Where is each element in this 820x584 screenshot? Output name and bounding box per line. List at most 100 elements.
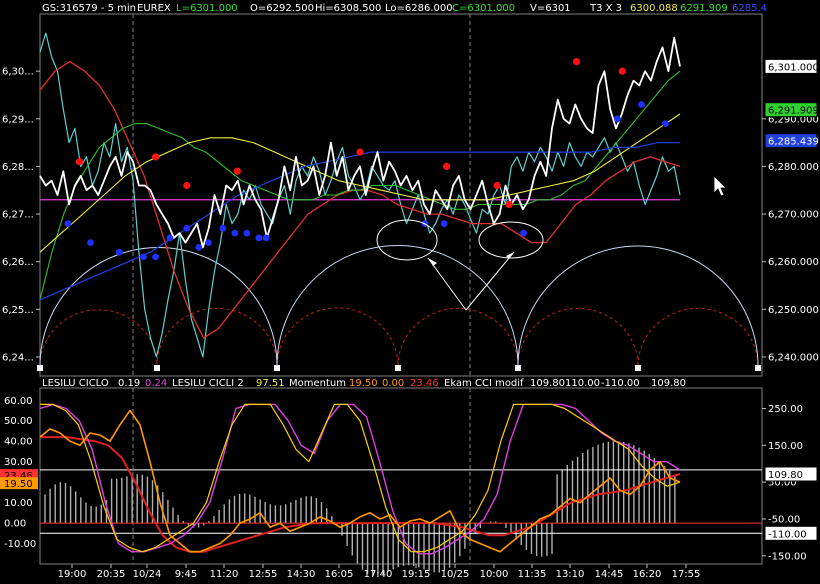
left-tick-label-5: 6,25... <box>2 305 34 316</box>
left-tick-label-6: 6,24... <box>2 352 34 363</box>
ind-right-tick-3: -50.00 <box>768 515 800 526</box>
x-tick-label-4: 11:20 <box>210 569 239 580</box>
ind-right-tag-label-0: 109.80 <box>768 470 803 481</box>
red-dot-1 <box>151 153 160 161</box>
x-tick-label-8: 17:40 <box>364 569 393 580</box>
header-ma1: 6300.088 <box>630 3 678 14</box>
blue-dot-18 <box>638 101 645 108</box>
blue-dot-8 <box>205 239 212 247</box>
ind3-name: Momentum <box>289 378 346 389</box>
blue-dot-5 <box>166 234 174 242</box>
ind4-name: Ekam CCI modif <box>444 378 524 389</box>
blue-dot-9 <box>219 224 227 232</box>
blue-dot-17 <box>614 115 621 123</box>
price-tag-label-2: 6,285.439 <box>768 137 819 148</box>
cycle-marker-1 <box>154 365 160 371</box>
blue-dot-0 <box>64 220 72 228</box>
x-tick-label-14: 14:45 <box>595 569 624 580</box>
right-tick-label-2: 6,270.000 <box>768 210 819 221</box>
x-tick-label-12: 11:35 <box>518 569 547 580</box>
red-dot-7 <box>505 200 513 209</box>
ind1-name: LESILU CICLO <box>42 378 109 389</box>
x-tick-label-1: 20:35 <box>97 569 126 580</box>
cycle-marker-3 <box>395 365 401 371</box>
blue-dot-1 <box>87 239 94 247</box>
header-exchange: EUREX <box>137 3 171 14</box>
x-tick-label-6: 14:30 <box>287 569 316 580</box>
header-ma3: 6285.4 <box>732 3 767 14</box>
header-close: C=6301.000 <box>452 3 515 14</box>
blue-dot-10 <box>231 229 239 237</box>
red-dot-9 <box>618 67 626 75</box>
ind4-val4: 109.80 <box>651 378 686 389</box>
header-ma2: 6291.909 <box>680 3 728 14</box>
red-dot-4 <box>356 148 364 156</box>
trading-chart-window: 6,290.000 6,280.000 6,270.000 6,260.000 6,25… <box>0 0 820 580</box>
x-tick-label-2: 10/24 <box>133 569 162 580</box>
blue-dot-3 <box>140 253 147 261</box>
ind3-val1: 19.50 <box>349 378 378 389</box>
red-dot-8 <box>572 58 581 66</box>
ind-left-tick-5: 10.00 <box>4 498 33 509</box>
blue-dot-15 <box>440 220 448 228</box>
ind1-val2: 0.24 <box>145 378 167 389</box>
right-tick-label-1: 6,280.000 <box>768 162 819 173</box>
red-dot-5 <box>443 162 451 170</box>
price-tag-label-1: 6,291.909 <box>768 106 819 117</box>
price-tags: 6,301.000 6,291.909 6,285.439 <box>764 58 819 149</box>
ind-right-tag-label-1: -110.00 <box>768 529 807 540</box>
ind-left-tick-2: 40.00 <box>4 437 33 448</box>
x-tick-label-11: 10:00 <box>480 569 509 580</box>
blue-dot-19 <box>662 120 669 127</box>
blue-dot-7 <box>195 244 203 251</box>
x-tick-label-3: 9:45 <box>175 569 197 580</box>
x-tick-label-13: 13:10 <box>556 569 585 580</box>
blue-dot-6 <box>183 224 191 232</box>
blue-dot-2 <box>116 248 123 256</box>
right-tick-label-5: 6,240.000 <box>768 352 819 363</box>
ind1-val1: 0.19 <box>118 378 140 389</box>
ind4-val2: 110.00 <box>565 378 600 389</box>
chart-canvas: 6,290.0006,280.0006,270.0006,260.0006,25… <box>0 0 820 580</box>
ind2-val: 97.51 <box>256 378 285 389</box>
red-dot-6 <box>493 181 501 190</box>
blue-dot-16 <box>520 229 527 237</box>
x-tick-label-5: 12:55 <box>249 569 278 580</box>
x-tick-label-10: 10/25 <box>441 569 470 580</box>
ind-left-tick-6: 0.00 <box>4 519 26 530</box>
red-dot-2 <box>183 181 191 190</box>
ind3-val3: 23.46 <box>410 378 439 389</box>
x-tick-label-9: 19:15 <box>402 569 431 580</box>
price-header: GS:316579 - 5 min EUREX L=6301.000 O=629… <box>42 3 767 14</box>
right-tick-label-3: 6,260.000 <box>768 257 819 268</box>
indicator-header: LESILU CICLO 0.19 0.24 LESILU CICLI 2 97… <box>42 378 686 389</box>
x-tick-label-16: 17:55 <box>672 569 701 580</box>
ind-right-tick-4: -150.00 <box>768 551 807 562</box>
ind-right-tick-1: 150.00 <box>768 441 803 452</box>
x-tick-label-15: 16:20 <box>633 569 662 580</box>
ind-left-tick-0: 60.00 <box>4 396 33 407</box>
ind-right-tick-0: 250.00 <box>768 404 803 415</box>
header-symbol: GS:316579 - 5 min <box>42 3 136 14</box>
ind-left-tick-7: -10.00 <box>4 539 36 550</box>
ind2-name: LESILU CICLI 2 <box>172 378 244 389</box>
ind3-val2: 0.00 <box>382 378 404 389</box>
header-open: O=6292.500 <box>250 3 314 14</box>
ind4-val3: -110.00 <box>601 378 640 389</box>
ind-left-tick-1: 50.00 <box>4 416 33 427</box>
left-tick-label-2: 6,28... <box>2 162 34 173</box>
header-high: Hi=6308.500 <box>315 3 381 14</box>
left-tick-label-0: 6,30... <box>2 67 34 78</box>
left-tick-label-1: 6,29... <box>2 114 34 125</box>
ind4-val1: 109.80 <box>530 378 565 389</box>
red-dot-3 <box>233 167 241 175</box>
blue-dot-12 <box>255 234 263 242</box>
header-t3: T3 X 3 <box>589 3 622 14</box>
blue-dot-13 <box>262 234 270 242</box>
right-tick-label-4: 6,250.000 <box>768 305 819 316</box>
blue-dot-11 <box>243 229 251 237</box>
price-tag-label-0: 6,301.000 <box>768 62 819 73</box>
red-dot-0 <box>75 158 84 166</box>
header-last: L=6301.000 <box>176 3 238 14</box>
left-tick-label-3: 6,27... <box>2 210 34 221</box>
